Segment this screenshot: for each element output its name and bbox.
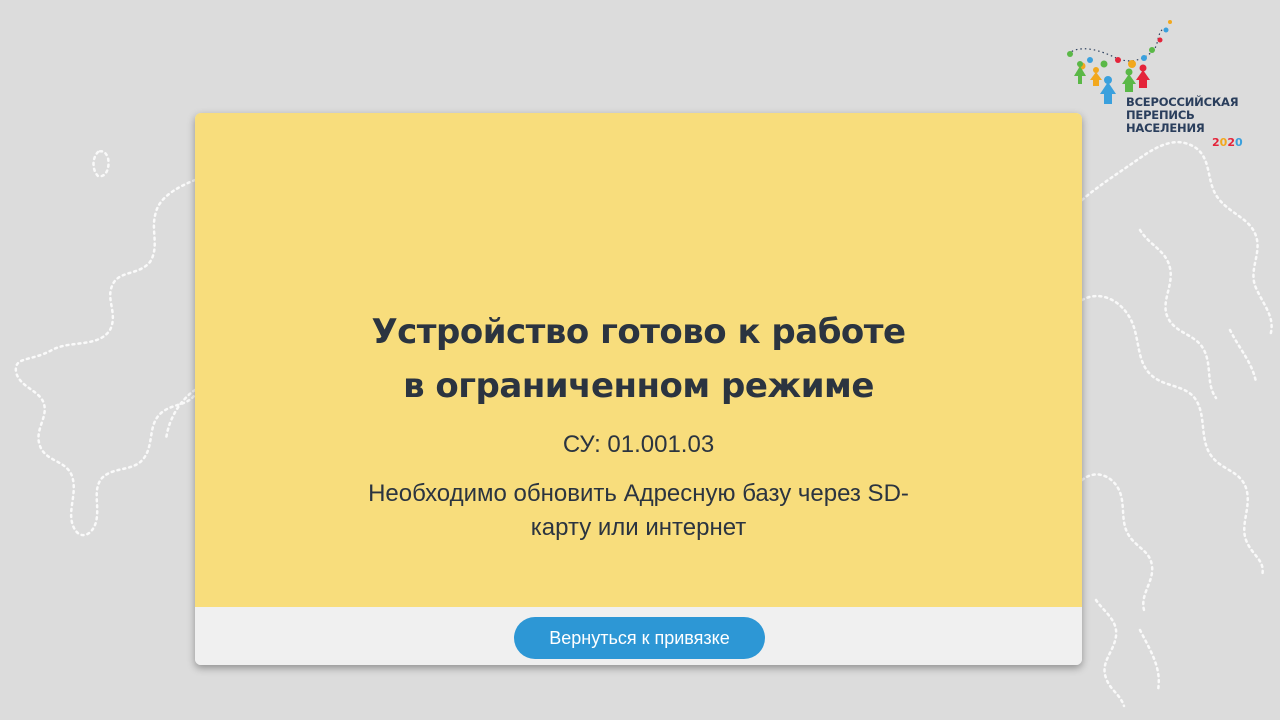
logo-text: ВСЕРОССИЙСКАЯ ПЕРЕПИСЬ НАСЕЛЕНИЯ [1126,96,1239,135]
dialog-message-line-2: карту или интернет [530,514,747,541]
logo-year-digit-1: 2 [1212,136,1220,149]
dialog-message: Необходимо обновить Адресную базу через … [335,477,942,545]
logo-year-digit-4: 0 [1234,136,1243,149]
dialog-title: Устройство готово к работе в ограниченно… [195,305,1082,413]
dialog-title-line-1: Устройство готово к работе [371,312,906,352]
logo-year: 2020 [1212,136,1243,149]
dialog-title-line-2: в ограниченном режиме [403,366,874,406]
back-to-binding-button[interactable]: Вернуться к привязке [514,617,765,659]
dialog-message-line-1: Необходимо обновить Адресную базу через … [368,480,909,507]
su-code: СУ: 01.001.03 [562,431,715,458]
census-logo: ВСЕРОССИЙСКАЯ ПЕРЕПИСЬ НАСЕЛЕНИЯ 2020 [1060,14,1260,154]
status-dialog: Устройство готово к работе в ограниченно… [195,113,1082,665]
logo-year-digit-3: 2 [1227,136,1235,149]
dialog-body: Устройство готово к работе в ограниченно… [195,113,1082,607]
logo-line-3: НАСЕЛЕНИЯ [1126,121,1205,135]
